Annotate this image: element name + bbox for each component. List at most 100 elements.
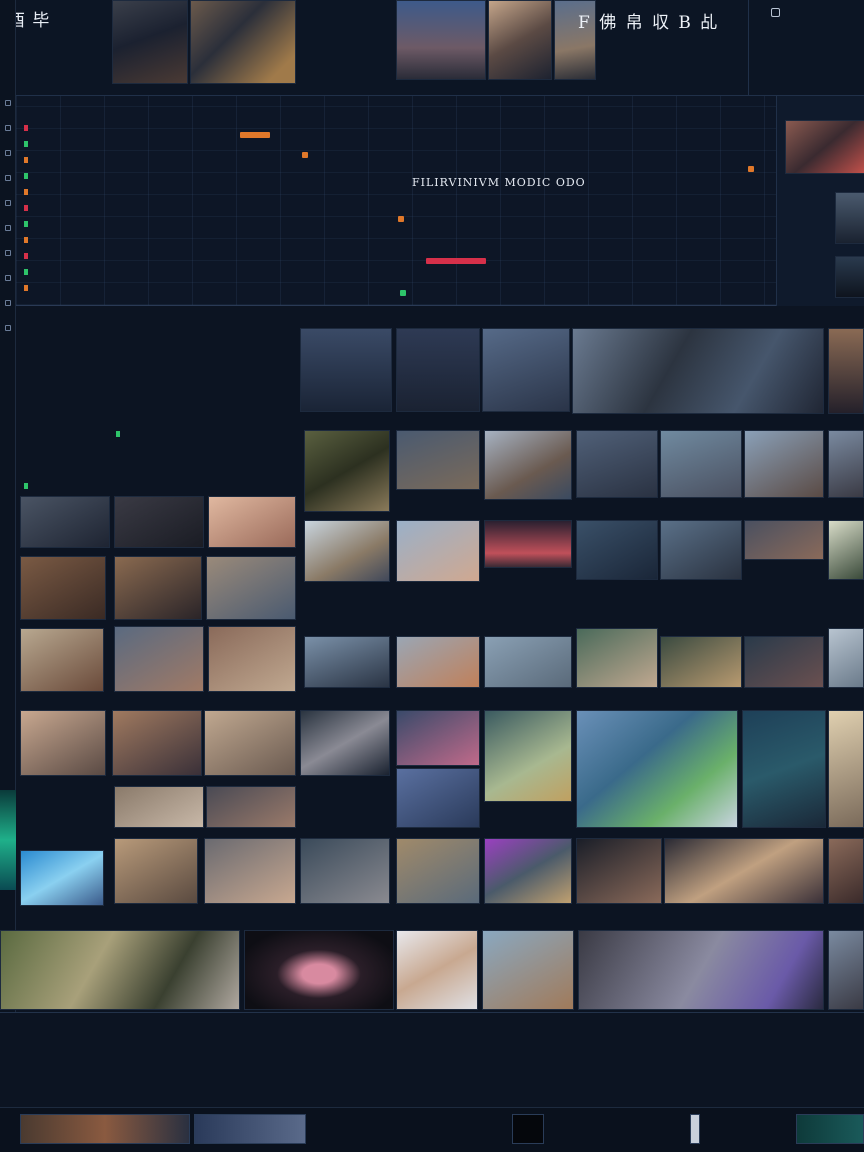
media-tile[interactable] [0,930,240,1010]
timeline-clip[interactable] [194,1114,306,1144]
media-tile[interactable] [112,710,202,776]
media-tile[interactable] [206,786,296,828]
media-tile[interactable] [204,838,296,904]
media-tile[interactable] [484,430,572,500]
app-window: 酉 毕 F 佛 帛 収 B 乩 FILIRVINIVM MODIC ODO [0,0,864,1152]
header-title-right: F 佛 帛 収 B 乩 [578,13,720,33]
media-tile[interactable] [396,520,480,582]
timeline-clip[interactable] [690,1114,700,1144]
filter-icon[interactable] [4,275,11,281]
media-tile[interactable] [114,496,204,548]
search-icon[interactable] [4,125,11,131]
media-tile[interactable] [828,430,864,498]
media-tile[interactable] [660,520,742,580]
status-chip [400,290,406,296]
media-tile[interactable] [114,626,204,692]
header-thumbnail[interactable] [396,0,486,80]
media-tile[interactable] [396,430,480,490]
media-tile[interactable] [484,636,572,688]
media-tile[interactable] [114,838,198,904]
media-tile[interactable] [484,520,572,568]
header-thumbnail[interactable] [112,0,188,84]
timeline-clip[interactable] [20,1114,190,1144]
media-tile[interactable] [742,710,826,828]
media-tile[interactable] [300,328,392,412]
media-tile[interactable] [300,710,390,776]
status-chip [748,166,754,172]
media-tile[interactable] [576,430,658,498]
side-thumbnail[interactable] [835,256,864,298]
media-tile[interactable] [244,930,394,1010]
media-tile[interactable] [204,710,296,776]
media-tile[interactable] [576,710,738,828]
media-tile[interactable] [396,710,480,766]
side-thumbnail[interactable] [835,192,864,244]
media-tile[interactable] [744,430,824,498]
media-tile[interactable] [484,838,572,904]
tag-icon[interactable] [4,250,11,256]
media-tile[interactable] [304,636,390,688]
clock-icon[interactable] [4,200,11,206]
media-tile[interactable] [20,628,104,692]
media-tile[interactable] [304,520,390,582]
media-tile[interactable] [828,838,864,904]
rail-accent-marker [0,790,16,890]
timeline[interactable] [0,1107,864,1152]
folder-icon[interactable] [4,100,11,106]
media-tile[interactable] [828,328,864,414]
star-icon[interactable] [4,225,11,231]
media-tile[interactable] [114,556,202,620]
media-tile[interactable] [20,710,106,776]
media-tile[interactable] [484,710,572,802]
timeline-clip[interactable] [512,1114,544,1144]
media-tile[interactable] [208,626,296,692]
media-tile[interactable] [744,520,824,560]
media-tile[interactable] [396,636,480,688]
media-tile[interactable] [304,430,390,512]
media-tile[interactable] [20,556,106,620]
grid-icon[interactable] [4,150,11,156]
media-tile[interactable] [576,838,662,904]
info-line [24,482,31,489]
media-tile[interactable] [396,768,480,828]
media-tile[interactable] [828,628,864,688]
media-tile[interactable] [482,930,574,1010]
media-tile[interactable] [828,520,864,580]
dashboard-heading: FILIRVINIVM MODIC ODO [412,176,586,189]
media-tile[interactable] [576,628,658,688]
media-tile[interactable] [114,786,204,828]
log-line [24,204,31,211]
header-thumbnail[interactable] [190,0,296,84]
log-line [24,220,31,227]
media-tile[interactable] [664,838,824,904]
media-tile[interactable] [572,328,824,414]
status-chip [398,216,404,222]
media-tile[interactable] [744,636,824,688]
side-thumbnail[interactable] [785,120,864,174]
media-tile[interactable] [578,930,824,1010]
layers-icon[interactable] [4,175,11,181]
trash-icon[interactable] [4,325,11,331]
status-chip [302,152,308,158]
media-tile[interactable] [20,496,110,548]
settings-icon[interactable] [771,8,780,17]
log-line [24,172,31,179]
media-tile[interactable] [396,328,480,412]
media-tile[interactable] [300,838,390,904]
media-tile[interactable] [828,710,864,828]
status-chip [240,132,270,138]
media-tile[interactable] [208,496,296,548]
media-tile[interactable] [576,520,658,580]
media-tile[interactable] [660,430,742,498]
media-tile[interactable] [20,850,104,906]
timeline-clip[interactable] [796,1114,864,1144]
media-tile[interactable] [828,930,864,1010]
media-tile[interactable] [482,328,570,412]
media-tile[interactable] [660,636,742,688]
status-area [0,1012,864,1152]
media-tile[interactable] [396,930,478,1010]
media-tile[interactable] [206,556,296,620]
share-icon[interactable] [4,300,11,306]
header-thumbnail[interactable] [488,0,552,80]
media-tile[interactable] [396,838,480,904]
